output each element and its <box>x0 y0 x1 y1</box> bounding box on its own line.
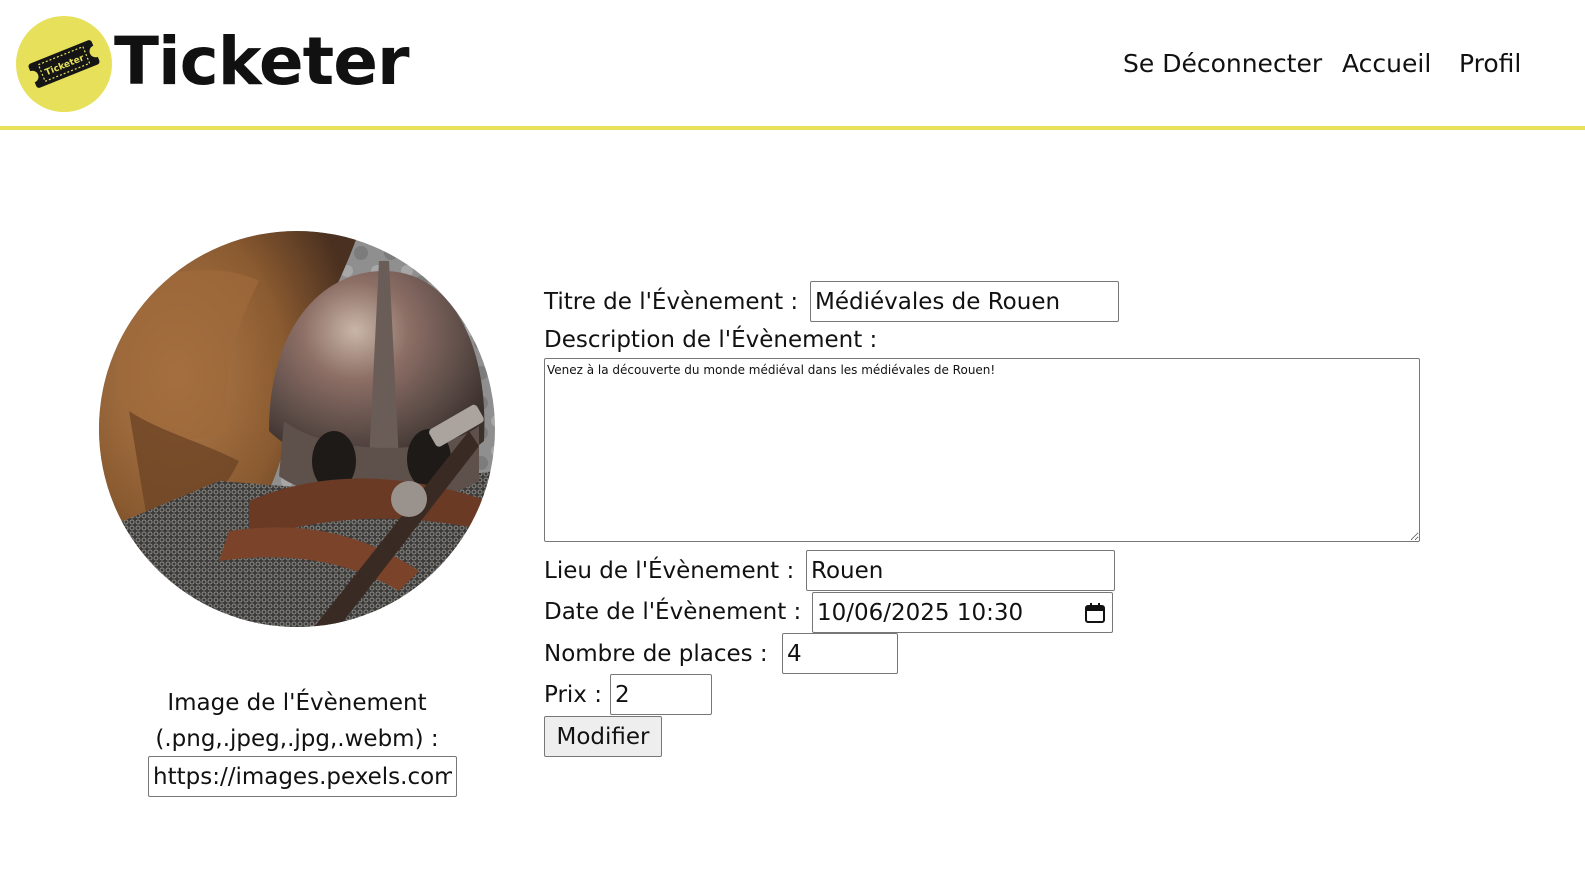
price-input[interactable] <box>610 674 712 715</box>
date-label: Date de l'Évènement : <box>544 599 802 625</box>
price-label: Prix : <box>544 682 602 708</box>
calendar-icon[interactable] <box>1084 602 1106 628</box>
nav-logout-link[interactable]: Se Déconnecter <box>1123 44 1322 84</box>
image-label: Image de l'Évènement (.png,.jpeg,.jpg,.w… <box>155 690 439 752</box>
seats-label: Nombre de places : <box>544 641 768 667</box>
logo[interactable]: Ticketer <box>16 16 112 112</box>
nav-home-link[interactable]: Accueil <box>1342 44 1431 84</box>
modify-button[interactable]: Modifier <box>544 716 662 757</box>
ticket-icon: Ticketer <box>26 40 102 88</box>
description-label: Description de l'Évènement : <box>544 327 878 353</box>
title-input[interactable] <box>810 281 1119 322</box>
date-value: 10/06/2025 10:30 <box>817 600 1024 626</box>
place-label: Lieu de l'Évènement : <box>544 558 795 584</box>
header: Ticketer Ticketer Se Déconnecter Accueil… <box>0 0 1585 130</box>
nav-profile-link[interactable]: Profil <box>1459 44 1521 84</box>
seats-input[interactable] <box>782 633 898 674</box>
date-input[interactable]: 10/06/2025 10:30 <box>812 592 1113 633</box>
image-url-input[interactable] <box>148 756 457 797</box>
brand-title: Ticketer <box>114 23 410 100</box>
event-image <box>99 231 495 627</box>
title-label: Titre de l'Évènement : <box>544 289 799 315</box>
place-input[interactable] <box>806 550 1115 591</box>
description-textarea[interactable]: Venez à la découverte du monde médiéval … <box>544 358 1420 542</box>
